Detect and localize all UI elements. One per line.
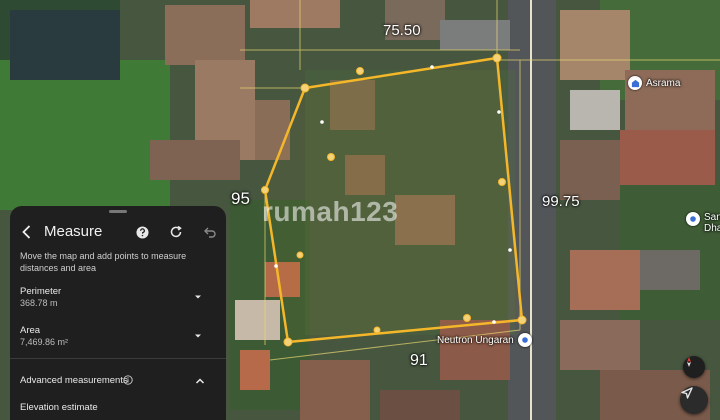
perimeter-label: Perimeter — [20, 286, 62, 297]
place-label-line2: Dha — [704, 223, 720, 234]
navigation-arrow-icon — [681, 387, 693, 399]
dropdown-arrow-icon[interactable] — [192, 291, 204, 303]
panel-header: Measure — [10, 220, 226, 244]
chevron-up-icon — [195, 378, 205, 384]
help-button[interactable] — [132, 222, 152, 242]
dropdown-arrow-icon[interactable] — [192, 330, 204, 342]
reset-button[interactable] — [166, 222, 186, 242]
info-icon[interactable] — [123, 375, 133, 385]
place-label: Asrama — [646, 77, 681, 89]
edge-length-right: 99.75 — [542, 193, 580, 210]
divider — [10, 358, 226, 359]
place-neutron-ungaran[interactable]: Neutron Ungaran — [437, 333, 532, 347]
back-button[interactable] — [17, 222, 37, 242]
place-icon — [517, 333, 532, 347]
instructions-text: Move the map and add points to measure d… — [20, 251, 187, 273]
perimeter-value: 368.78 m — [20, 298, 58, 308]
panel-title: Measure — [44, 223, 103, 240]
edge-length-bottom: 91 — [410, 352, 428, 369]
edge-length-left: 95 — [231, 189, 250, 208]
area-label: Area — [20, 325, 41, 336]
building-icon — [628, 76, 642, 90]
advanced-measurements-toggle[interactable]: Advanced measurements — [10, 372, 226, 390]
advanced-measurements-label: Advanced measurements — [20, 375, 128, 386]
compass-button[interactable] — [683, 356, 705, 378]
watermark: rumah123 — [262, 196, 399, 227]
my-location-button[interactable] — [680, 386, 708, 414]
place-asrama[interactable]: Asrama — [628, 76, 680, 90]
elevation-estimate-label: Elevation estimate — [20, 402, 98, 413]
perimeter-row[interactable]: Perimeter 368.78 m — [10, 286, 226, 316]
undo-icon — [204, 227, 216, 238]
place-icon — [686, 212, 700, 226]
help-icon — [135, 225, 149, 239]
compass-icon — [687, 357, 691, 367]
place-label: Neutron Ungaran — [437, 334, 514, 346]
area-value: 7,469.86 m² — [20, 337, 69, 347]
edge-length-top: 75.50 — [383, 22, 421, 39]
place-label: San — [704, 212, 720, 223]
area-row[interactable]: Area 7,469.86 m² — [10, 325, 226, 355]
undo-button[interactable] — [200, 222, 220, 242]
drag-handle[interactable] — [109, 210, 127, 213]
measure-panel: Measure Move the map and add points to m… — [10, 206, 226, 420]
back-arrow-icon — [22, 225, 31, 239]
refresh-icon — [170, 225, 182, 238]
place-san-dha[interactable]: San Dha — [686, 212, 720, 234]
